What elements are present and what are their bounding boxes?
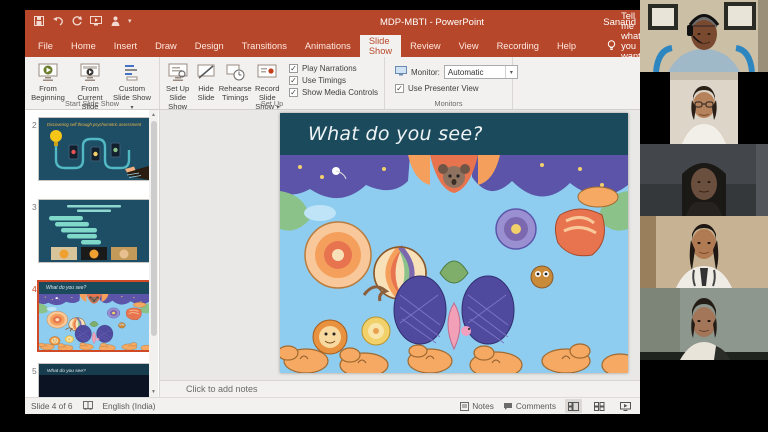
save-button[interactable] bbox=[33, 15, 45, 27]
from-current-slide-icon bbox=[79, 61, 101, 84]
quick-access-toolbar: ▾ bbox=[33, 15, 132, 27]
comments-toggle-button[interactable]: Comments bbox=[503, 401, 556, 411]
thumbnail-slide-2[interactable]: 2 Discovering self through psychometric … bbox=[25, 118, 159, 188]
presenter-icon[interactable] bbox=[109, 15, 121, 27]
participant-video-4[interactable] bbox=[640, 216, 768, 288]
proofing-icon[interactable] bbox=[83, 401, 93, 412]
ribbon-slide-show: From Beginning From Current Slide Custom… bbox=[25, 57, 640, 110]
thumbnail-slide-3[interactable]: 3 bbox=[25, 200, 159, 270]
participant-video-5[interactable] bbox=[640, 288, 768, 360]
participant-video-2[interactable] bbox=[640, 72, 768, 144]
slide-thumbnail-pane: 2 Discovering self through psychometric … bbox=[25, 110, 160, 397]
lightbulb-icon bbox=[607, 40, 616, 53]
tab-file[interactable]: File bbox=[29, 35, 62, 57]
undo-button[interactable] bbox=[52, 15, 64, 27]
ribbon-empty-space bbox=[513, 57, 640, 109]
setup-checkboxes: ✓ Play Narrations ✓ Use Timings ✓ Show M… bbox=[283, 59, 382, 97]
checkbox-checked-icon: ✓ bbox=[289, 64, 298, 73]
tab-transitions[interactable]: Transitions bbox=[233, 35, 296, 57]
show-media-controls-checkbox[interactable]: ✓ Show Media Controls bbox=[289, 88, 378, 97]
hide-slide-button[interactable]: Hide Slide bbox=[193, 59, 218, 102]
participant-video-3[interactable] bbox=[640, 144, 768, 216]
checkbox-checked-icon: ✓ bbox=[289, 88, 298, 97]
tab-animations[interactable]: Animations bbox=[296, 35, 360, 57]
svg-text:Discovering self through psych: Discovering self through psychometric as… bbox=[47, 122, 142, 127]
status-bar: Slide 4 of 6 English (India) Notes Comme… bbox=[25, 397, 640, 414]
tab-help[interactable]: Help bbox=[548, 35, 585, 57]
set-up-slide-show-icon bbox=[167, 61, 189, 84]
ribbon-tab-bar: File Home Insert Draw Design Transitions… bbox=[25, 35, 640, 57]
tell-me-search[interactable]: Tell me what you want to do bbox=[599, 35, 640, 57]
use-presenter-view-checkbox[interactable]: ✓ Use Presenter View bbox=[395, 84, 518, 93]
window-title: MDP-MBTI - PowerPoint bbox=[380, 10, 484, 35]
custom-slide-show-icon bbox=[121, 61, 143, 84]
slide-artwork[interactable] bbox=[280, 155, 628, 373]
language-status[interactable]: English (India) bbox=[103, 401, 156, 411]
checkbox-checked-icon: ✓ bbox=[289, 76, 298, 85]
scroll-up-icon[interactable]: ▲ bbox=[149, 110, 158, 120]
group-label-monitors: Monitors bbox=[385, 99, 512, 108]
slide-editor-area: What do you see? Click to add notes bbox=[160, 110, 640, 397]
ribbon-group-start-slide-show: From Beginning From Current Slide Custom… bbox=[25, 57, 160, 109]
screen: { "titlebar": { "title": "MDP-MBTI - Pow… bbox=[0, 0, 768, 432]
slide-indicator: Slide 4 of 6 bbox=[31, 401, 73, 411]
video-participants-panel bbox=[640, 0, 768, 432]
powerpoint-window: ▾ MDP-MBTI - PowerPoint Sanand San File … bbox=[25, 10, 640, 414]
slide-sorter-view-button[interactable] bbox=[591, 399, 608, 413]
from-beginning-icon bbox=[37, 61, 59, 84]
notes-pane[interactable]: Click to add notes bbox=[160, 380, 640, 397]
tab-view[interactable]: View bbox=[450, 35, 488, 57]
slide-canvas[interactable]: What do you see? bbox=[280, 113, 628, 373]
monitor-icon bbox=[395, 66, 407, 78]
scroll-down-icon[interactable]: ▼ bbox=[149, 387, 158, 397]
participant-video-1[interactable] bbox=[640, 0, 768, 72]
tab-slide-show[interactable]: Slide Show bbox=[360, 35, 401, 57]
thumbnail-scrollbar[interactable]: ▲ ▼ bbox=[149, 110, 158, 397]
slide-title-band[interactable]: What do you see? bbox=[280, 113, 628, 155]
group-label-start-slide-show: Start Slide Show bbox=[25, 99, 159, 108]
thumbnail-slide-4[interactable]: 4 What do you see? bbox=[25, 282, 159, 358]
monitor-label: Monitor: bbox=[411, 68, 440, 77]
from-beginning-button[interactable]: From Beginning bbox=[27, 59, 69, 102]
svg-text:What do you see?: What do you see? bbox=[47, 368, 86, 374]
slide-title[interactable]: What do you see? bbox=[280, 123, 483, 145]
tab-draw[interactable]: Draw bbox=[146, 35, 186, 57]
record-slide-show-icon bbox=[256, 61, 278, 84]
monitor-select[interactable]: Automatic ▾ bbox=[444, 65, 518, 79]
workspace: 2 Discovering self through psychometric … bbox=[25, 110, 640, 397]
tab-insert[interactable]: Insert bbox=[105, 35, 146, 57]
slide-show-view-button[interactable] bbox=[617, 399, 634, 413]
use-timings-checkbox[interactable]: ✓ Use Timings bbox=[289, 76, 378, 85]
tab-review[interactable]: Review bbox=[401, 35, 449, 57]
thumbnail-slide-5[interactable]: 5 What do you see? bbox=[25, 364, 159, 397]
clock-icon bbox=[226, 61, 245, 84]
tab-recording[interactable]: Recording bbox=[488, 35, 548, 57]
repeat-button[interactable] bbox=[71, 15, 83, 27]
tab-design[interactable]: Design bbox=[186, 35, 233, 57]
tab-home[interactable]: Home bbox=[62, 35, 105, 57]
qat-customize-caret-icon[interactable]: ▾ bbox=[128, 17, 132, 25]
title-bar: ▾ MDP-MBTI - PowerPoint Sanand bbox=[25, 10, 640, 35]
notes-toggle-button[interactable]: Notes bbox=[460, 401, 494, 411]
ribbon-group-monitors: Monitor: Automatic ▾ ✓ Use Presenter Vie… bbox=[385, 57, 513, 109]
notes-placeholder[interactable]: Click to add notes bbox=[160, 384, 258, 394]
normal-view-button[interactable] bbox=[565, 399, 582, 413]
scrollbar-thumb[interactable] bbox=[151, 121, 157, 336]
rehearse-timings-button[interactable]: Rehearse Timings bbox=[219, 59, 252, 102]
start-from-beginning-button[interactable] bbox=[90, 15, 102, 27]
checkbox-checked-icon: ✓ bbox=[395, 84, 404, 93]
group-label-set-up: Set Up bbox=[160, 99, 384, 108]
ribbon-group-set-up: Set Up Slide Show Hide Slide Rehearse Ti… bbox=[160, 57, 385, 109]
play-narrations-checkbox[interactable]: ✓ Play Narrations bbox=[289, 64, 378, 73]
hide-slide-icon bbox=[196, 61, 216, 84]
